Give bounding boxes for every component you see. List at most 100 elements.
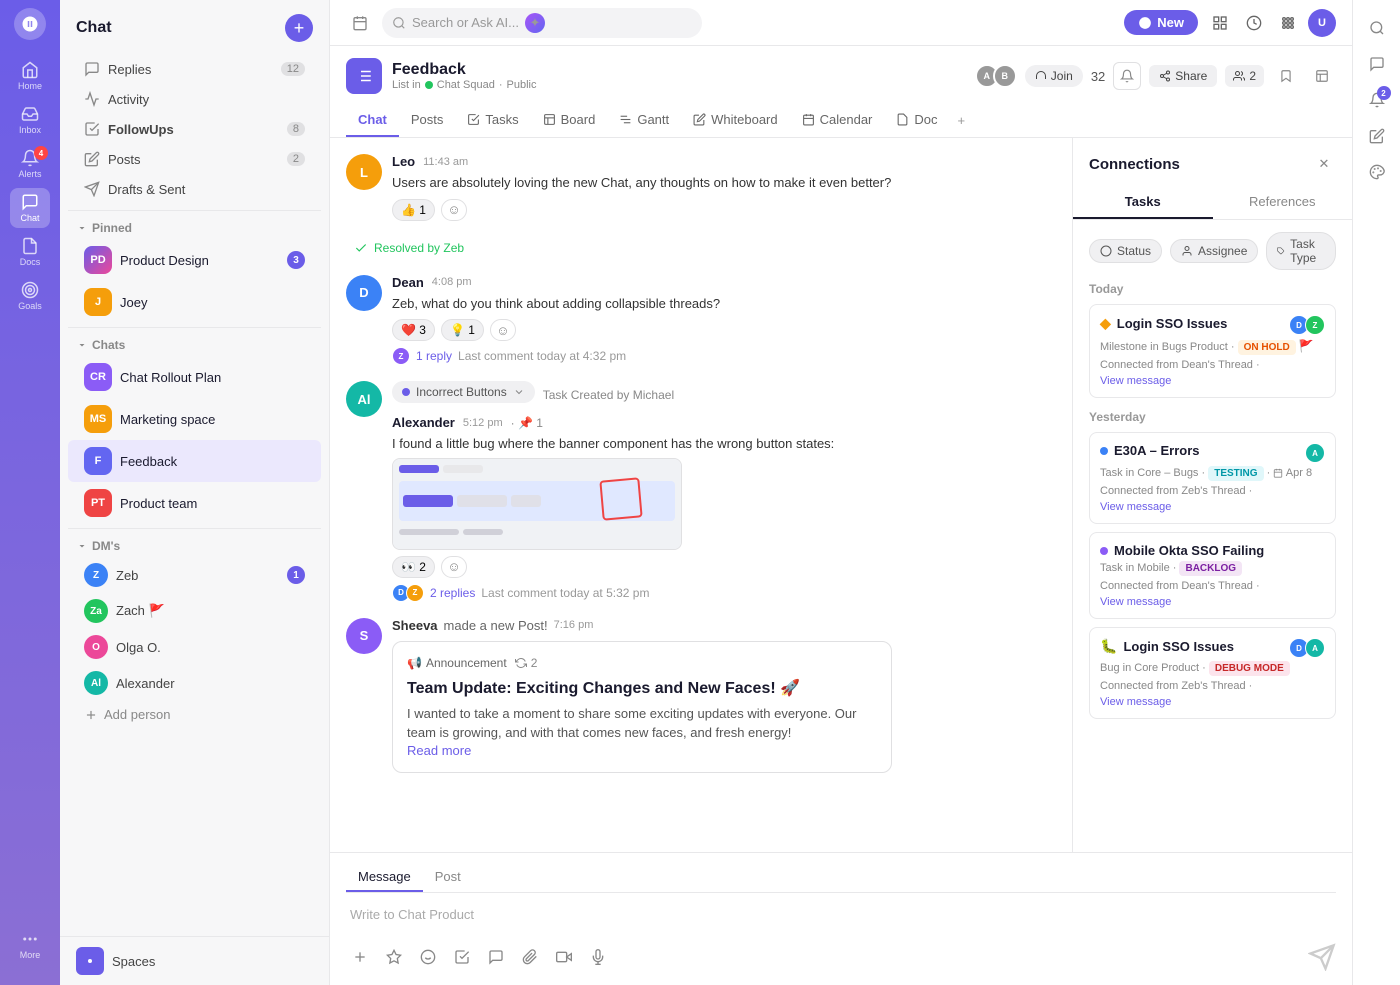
sidebar-item-followups[interactable]: FollowUps 8 xyxy=(68,114,321,144)
add-reaction-button[interactable]: ☺ xyxy=(441,199,467,221)
sidebar-item-activity[interactable]: Activity xyxy=(68,84,321,114)
sidebar-item-posts[interactable]: Posts 2 xyxy=(68,144,321,174)
right-search-button[interactable] xyxy=(1361,12,1393,44)
chats-section-header[interactable]: Chats xyxy=(60,332,329,356)
pinned-section-header[interactable]: Pinned xyxy=(60,215,329,239)
reaction-heart[interactable]: ❤️ 3 xyxy=(392,319,435,341)
view-message-3[interactable]: View message xyxy=(1100,596,1171,608)
dm-item-zach[interactable]: Za Zach 🚩 xyxy=(68,593,321,629)
chat-tabs: Chat Posts Tasks Board Gantt xyxy=(346,104,1336,137)
reaction-thumbsup[interactable]: 👍 1 xyxy=(392,199,435,221)
filter-tasktype[interactable]: Task Type xyxy=(1266,232,1336,270)
user-avatar[interactable]: U xyxy=(1308,9,1336,37)
spaces-button[interactable]: Spaces xyxy=(60,936,329,985)
read-more-link[interactable]: Read more xyxy=(407,743,877,758)
status-dot-purple xyxy=(1100,547,1108,555)
dms-section-header[interactable]: DM's xyxy=(60,533,329,557)
tab-tasks[interactable]: Tasks xyxy=(455,104,530,137)
add-tab-button[interactable]: + xyxy=(950,105,974,136)
view-message-4[interactable]: View message xyxy=(1100,696,1171,708)
connections-close-button[interactable]: ✕ xyxy=(1312,152,1336,176)
right-notifications-button[interactable]: 2 xyxy=(1361,84,1393,116)
video-tool[interactable] xyxy=(550,943,578,971)
dm-item-alexander[interactable]: Al Alexander xyxy=(68,665,321,701)
attach-tool[interactable] xyxy=(516,943,544,971)
task-pill[interactable]: Incorrect Buttons xyxy=(392,381,535,403)
right-chat-button[interactable] xyxy=(1361,48,1393,80)
dean-replies[interactable]: Z 1 reply Last comment today at 4:32 pm xyxy=(392,347,1056,365)
input-tabs: Message Post xyxy=(346,863,1336,893)
messages-wrapper: L Leo 11:43 am Users are absolutely lovi… xyxy=(330,138,1352,852)
filter-status[interactable]: Status xyxy=(1089,239,1162,263)
emoji-tool[interactable] xyxy=(414,943,442,971)
conn-tab-tasks[interactable]: Tasks xyxy=(1073,186,1213,219)
notification-bell[interactable] xyxy=(1113,62,1141,90)
bookmark-icon[interactable] xyxy=(1272,62,1300,90)
add-person-button[interactable]: Add person xyxy=(68,701,321,728)
conn-tab-references[interactable]: References xyxy=(1213,186,1353,219)
chat-item-feedback[interactable]: F Feedback xyxy=(68,440,321,482)
sidebar-item-notifications[interactable]: Alerts xyxy=(10,144,50,184)
tab-gantt[interactable]: Gantt xyxy=(607,104,681,137)
sidebar-item-inbox[interactable]: Inbox xyxy=(10,100,50,140)
alexander-replies[interactable]: D Z 2 replies Last comment today at 5:32… xyxy=(392,584,1056,602)
right-edit-button[interactable] xyxy=(1361,120,1393,152)
sidebar-item-replies[interactable]: Replies 12 xyxy=(68,54,321,84)
format-tool[interactable] xyxy=(482,943,510,971)
clock-button[interactable] xyxy=(1240,9,1268,37)
join-button[interactable]: Join xyxy=(1025,65,1083,87)
status-dot-blue xyxy=(1100,447,1108,455)
add-chat-button[interactable]: + xyxy=(285,14,313,42)
tab-doc[interactable]: Doc xyxy=(884,104,949,137)
view-message-1[interactable]: View message xyxy=(1100,375,1171,387)
sidebar-item-chat[interactable]: Chat xyxy=(10,188,50,228)
chat-item-marketing[interactable]: MS Marketing space xyxy=(68,398,321,440)
share-button[interactable]: Share xyxy=(1149,65,1217,87)
tab-calendar[interactable]: Calendar xyxy=(790,104,885,137)
sidebar-item-docs[interactable]: Docs xyxy=(10,232,50,272)
tab-whiteboard[interactable]: Whiteboard xyxy=(681,104,789,137)
chat-title: Feedback xyxy=(392,61,965,79)
search-bar[interactable]: Search or Ask AI... ✦ xyxy=(382,8,702,38)
plus-tool[interactable] xyxy=(346,943,374,971)
sidebar-item-drafts[interactable]: Drafts & Sent xyxy=(68,174,321,204)
viewers-button[interactable]: 2 xyxy=(1225,65,1264,87)
calendar-button[interactable] xyxy=(346,9,374,37)
add-reaction-alexander[interactable]: ☺ xyxy=(441,556,467,578)
chat-item-rollout[interactable]: CR Chat Rollout Plan xyxy=(68,356,321,398)
connections-body: Today ◆ Login SSO Issues D Z xyxy=(1073,282,1352,852)
chat-item-product-team[interactable]: PT Product team xyxy=(68,482,321,524)
sidebar-item-more[interactable]: More xyxy=(10,925,50,965)
sidebar-item-home[interactable]: Home xyxy=(10,56,50,96)
ai-button[interactable]: ✦ xyxy=(525,13,545,33)
product-design-avatar: PD xyxy=(84,246,112,274)
dm-item-olga[interactable]: O Olga O. xyxy=(68,629,321,665)
new-button[interactable]: New xyxy=(1124,10,1198,35)
reaction-bulb[interactable]: 💡 1 xyxy=(441,319,484,341)
pinned-item-joey[interactable]: J Joey xyxy=(68,281,321,323)
view-message-2[interactable]: View message xyxy=(1100,501,1171,513)
checkmark-tool[interactable] xyxy=(448,943,476,971)
dean-reactions: ❤️ 3 💡 1 ☺ xyxy=(392,319,1056,341)
conn-item-header-4: 🐛 Login SSO Issues D A xyxy=(1100,638,1325,658)
tab-posts[interactable]: Posts xyxy=(399,104,456,137)
dm-item-zeb[interactable]: Z Zeb 1 xyxy=(68,557,321,593)
filter-assignee[interactable]: Assignee xyxy=(1170,239,1258,263)
input-tab-message[interactable]: Message xyxy=(346,863,423,892)
tab-board[interactable]: Board xyxy=(531,104,608,137)
reaction-eyes[interactable]: 👀 2 xyxy=(392,556,435,578)
apps-button[interactable] xyxy=(1274,9,1302,37)
mic-tool[interactable] xyxy=(584,943,612,971)
sparkle-tool[interactable] xyxy=(380,943,408,971)
add-reaction-dean[interactable]: ☺ xyxy=(490,319,516,341)
message-text-input[interactable]: Write to Chat Product xyxy=(346,901,1336,937)
right-palette-button[interactable] xyxy=(1361,156,1393,188)
pinned-item-product-design[interactable]: PD Product Design 3 xyxy=(68,239,321,281)
input-tab-post[interactable]: Post xyxy=(423,863,473,892)
tab-chat[interactable]: Chat xyxy=(346,104,399,137)
app-logo[interactable] xyxy=(14,8,46,40)
layout-icon[interactable] xyxy=(1308,62,1336,90)
grid-button[interactable] xyxy=(1206,9,1234,37)
sidebar-item-goals[interactable]: Goals xyxy=(10,276,50,316)
send-button[interactable] xyxy=(1308,943,1336,971)
